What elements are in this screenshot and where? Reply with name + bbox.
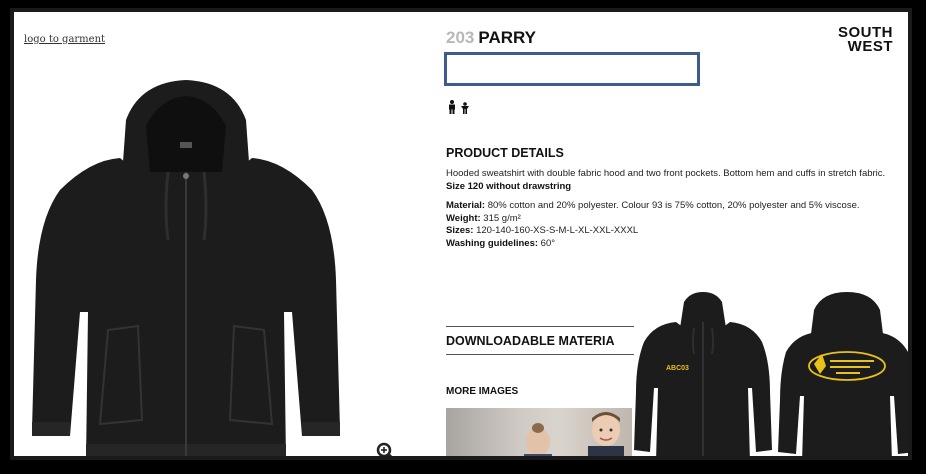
- printed-hoodie-front-image: ABC03: [634, 292, 772, 456]
- size-note: Size 120 without drawstring: [446, 180, 572, 192]
- product-number: 203: [446, 28, 475, 47]
- printed-hoodie-back-image: [778, 292, 908, 456]
- brand-logo: SOUTH WEST: [838, 25, 893, 55]
- hoodie-main-image[interactable]: [30, 80, 342, 460]
- fit-icons: [447, 100, 470, 114]
- adult-icon: [449, 100, 455, 114]
- product-details-heading: PRODUCT DETAILS: [446, 146, 564, 160]
- divider-top: [446, 326, 634, 327]
- product-page: logo to garment 203 PARRY SOUTH WEST PRO…: [10, 8, 912, 460]
- child-icon: [461, 102, 469, 114]
- weight-line: Weight: 315 g/m²: [446, 212, 521, 224]
- washing-line: Washing guidelines: 60°: [446, 237, 556, 249]
- product-description: Hooded sweatshirt with double fabric hoo…: [446, 168, 908, 250]
- zoom-icon[interactable]: [376, 442, 396, 460]
- highlight-box: [444, 52, 700, 86]
- kids-photo: [524, 412, 624, 456]
- sizes-line: Sizes: 120-140-160-XS-S-M-L-XL-XXL-XXXL: [446, 225, 639, 236]
- material-line: Material: 80% cotton and 20% polyester. …: [446, 200, 860, 211]
- divider-bottom: [446, 354, 634, 355]
- more-images-heading: MORE IMAGES: [446, 386, 519, 397]
- product-name: PARRY: [478, 28, 536, 47]
- more-image-thumbnail[interactable]: [446, 408, 632, 456]
- brand-line-2: WEST: [847, 38, 893, 55]
- product-title: 203 PARRY: [446, 28, 536, 48]
- downloadable-material-heading[interactable]: DOWNLOADABLE MATERIA: [446, 334, 615, 348]
- front-print-text: ABC03: [666, 365, 689, 372]
- description-text: Hooded sweatshirt with double fabric hoo…: [446, 168, 886, 179]
- logo-to-garment-link[interactable]: logo to garment: [24, 34, 105, 45]
